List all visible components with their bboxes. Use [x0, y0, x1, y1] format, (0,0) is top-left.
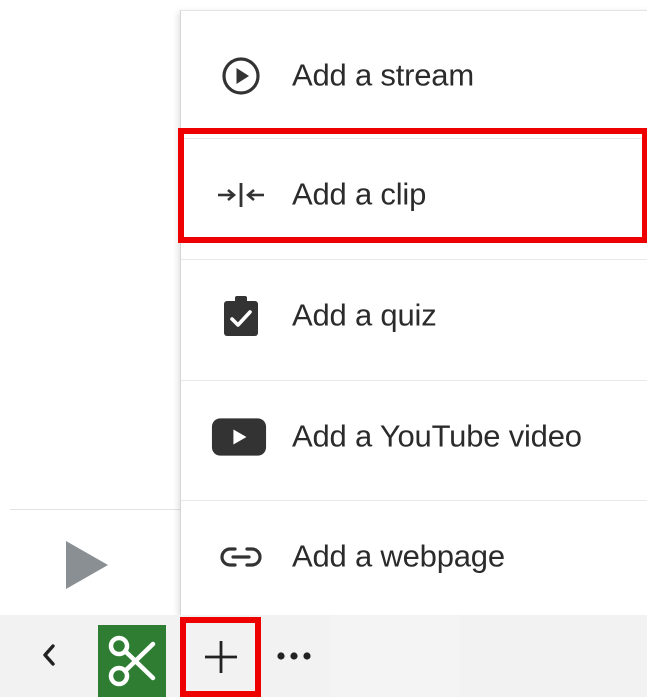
player-panel [0, 0, 180, 615]
menu-item-label: Add a quiz [292, 297, 437, 333]
menu-item-label: Add a stream [292, 57, 474, 93]
bottom-toolbar [0, 615, 647, 697]
toolbar-spacer [330, 615, 460, 697]
link-icon [213, 533, 269, 581]
menu-divider [181, 380, 647, 381]
add-content-menu: Add a stream Add a clip Add a quiz Add a… [180, 10, 647, 615]
clip-tool-button[interactable] [98, 625, 166, 697]
add-content-button[interactable] [186, 623, 255, 691]
youtube-icon [211, 413, 267, 461]
menu-item-add-stream[interactable]: Add a stream [181, 21, 647, 131]
clip-arrows-icon [213, 171, 269, 219]
play-icon [66, 541, 108, 589]
menu-item-add-webpage[interactable]: Add a webpage [181, 502, 647, 612]
menu-divider [181, 500, 647, 501]
play-button[interactable] [62, 538, 110, 592]
back-chevron-icon [43, 644, 55, 666]
menu-item-add-youtube-video[interactable]: Add a YouTube video [181, 382, 647, 492]
menu-divider [181, 259, 647, 260]
menu-item-label: Add a YouTube video [292, 418, 582, 454]
back-button[interactable] [34, 635, 64, 675]
clipboard-check-icon [213, 292, 269, 340]
menu-item-add-clip[interactable]: Add a clip [181, 140, 647, 250]
menu-divider [181, 138, 647, 139]
player-divider [10, 509, 180, 510]
menu-item-label: Add a clip [292, 176, 427, 212]
menu-item-add-quiz[interactable]: Add a quiz [181, 261, 647, 371]
menu-item-label: Add a webpage [292, 538, 505, 574]
plus-icon [204, 641, 237, 673]
play-circle-icon [213, 52, 269, 100]
scissors-icon [108, 635, 156, 687]
more-horizontal-icon [277, 652, 311, 660]
more-options-button[interactable] [272, 639, 318, 673]
